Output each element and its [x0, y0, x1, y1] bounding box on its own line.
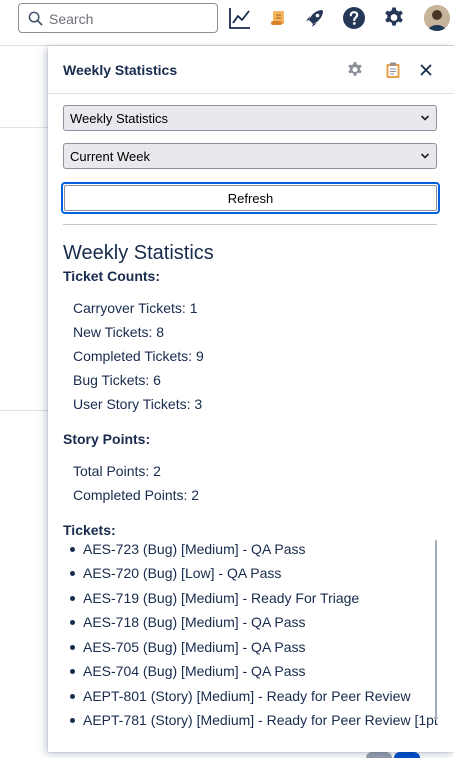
top-navigation-bar: Search — [0, 0, 454, 46]
panel-title: Weekly Statistics — [63, 62, 178, 78]
stats-heading: Weekly Statistics — [63, 242, 214, 264]
stat-completed-points: Completed Points: 2 — [73, 487, 200, 503]
chevron-down-icon — [420, 115, 430, 121]
refresh-label: Refresh — [64, 185, 437, 211]
clipboard-icon — [386, 62, 400, 78]
rocket-icon[interactable] — [302, 5, 328, 31]
report-type-value: Weekly Statistics — [70, 111, 169, 126]
report-type-select[interactable]: Weekly Statistics — [63, 105, 437, 131]
background-badge — [366, 752, 392, 758]
weekly-statistics-panel: Weekly Statistics Weekly Statistics Curr… — [48, 46, 454, 752]
stat-bug-tickets: Bug Tickets: 6 — [73, 372, 161, 388]
scroll-icon[interactable] — [265, 5, 291, 31]
divider — [63, 224, 437, 225]
ticket-counts-heading: Ticket Counts: — [63, 268, 160, 284]
settings-icon[interactable] — [381, 5, 407, 31]
chart-line-icon[interactable] — [227, 5, 253, 31]
story-points-heading: Story Points: — [63, 431, 151, 447]
stat-total-points: Total Points: 2 — [73, 463, 161, 479]
background-divider — [0, 410, 48, 411]
tickets-scrollbar[interactable] — [435, 540, 437, 720]
chevron-down-icon — [420, 153, 430, 159]
tickets-list[interactable]: AES-723 (Bug) [Medium] - QA Pass AES-720… — [63, 537, 438, 730]
date-range-select[interactable]: Current Week — [63, 143, 437, 169]
refresh-button[interactable]: Refresh — [61, 182, 440, 214]
stat-completed-tickets: Completed Tickets: 9 — [73, 348, 204, 364]
date-range-value: Current Week — [70, 149, 150, 164]
search-icon — [28, 11, 43, 26]
close-icon — [420, 64, 432, 76]
search-input[interactable]: Search — [18, 3, 218, 33]
background-divider — [0, 127, 48, 128]
help-icon[interactable] — [341, 5, 367, 31]
search-placeholder: Search — [49, 11, 94, 27]
close-button[interactable] — [416, 60, 436, 80]
copy-clipboard-button[interactable] — [383, 60, 403, 80]
panel-settings-button[interactable] — [345, 60, 365, 80]
stat-new-tickets: New Tickets: 8 — [73, 324, 165, 340]
stat-user-story-tickets: User Story Tickets: 3 — [73, 396, 203, 412]
avatar[interactable] — [424, 5, 450, 31]
background-badge — [394, 752, 420, 758]
gear-icon — [348, 62, 362, 76]
stat-carryover-tickets: Carryover Tickets: 1 — [73, 300, 198, 316]
tickets-heading: Tickets: — [63, 522, 116, 538]
panel-header: Weekly Statistics — [48, 46, 454, 94]
